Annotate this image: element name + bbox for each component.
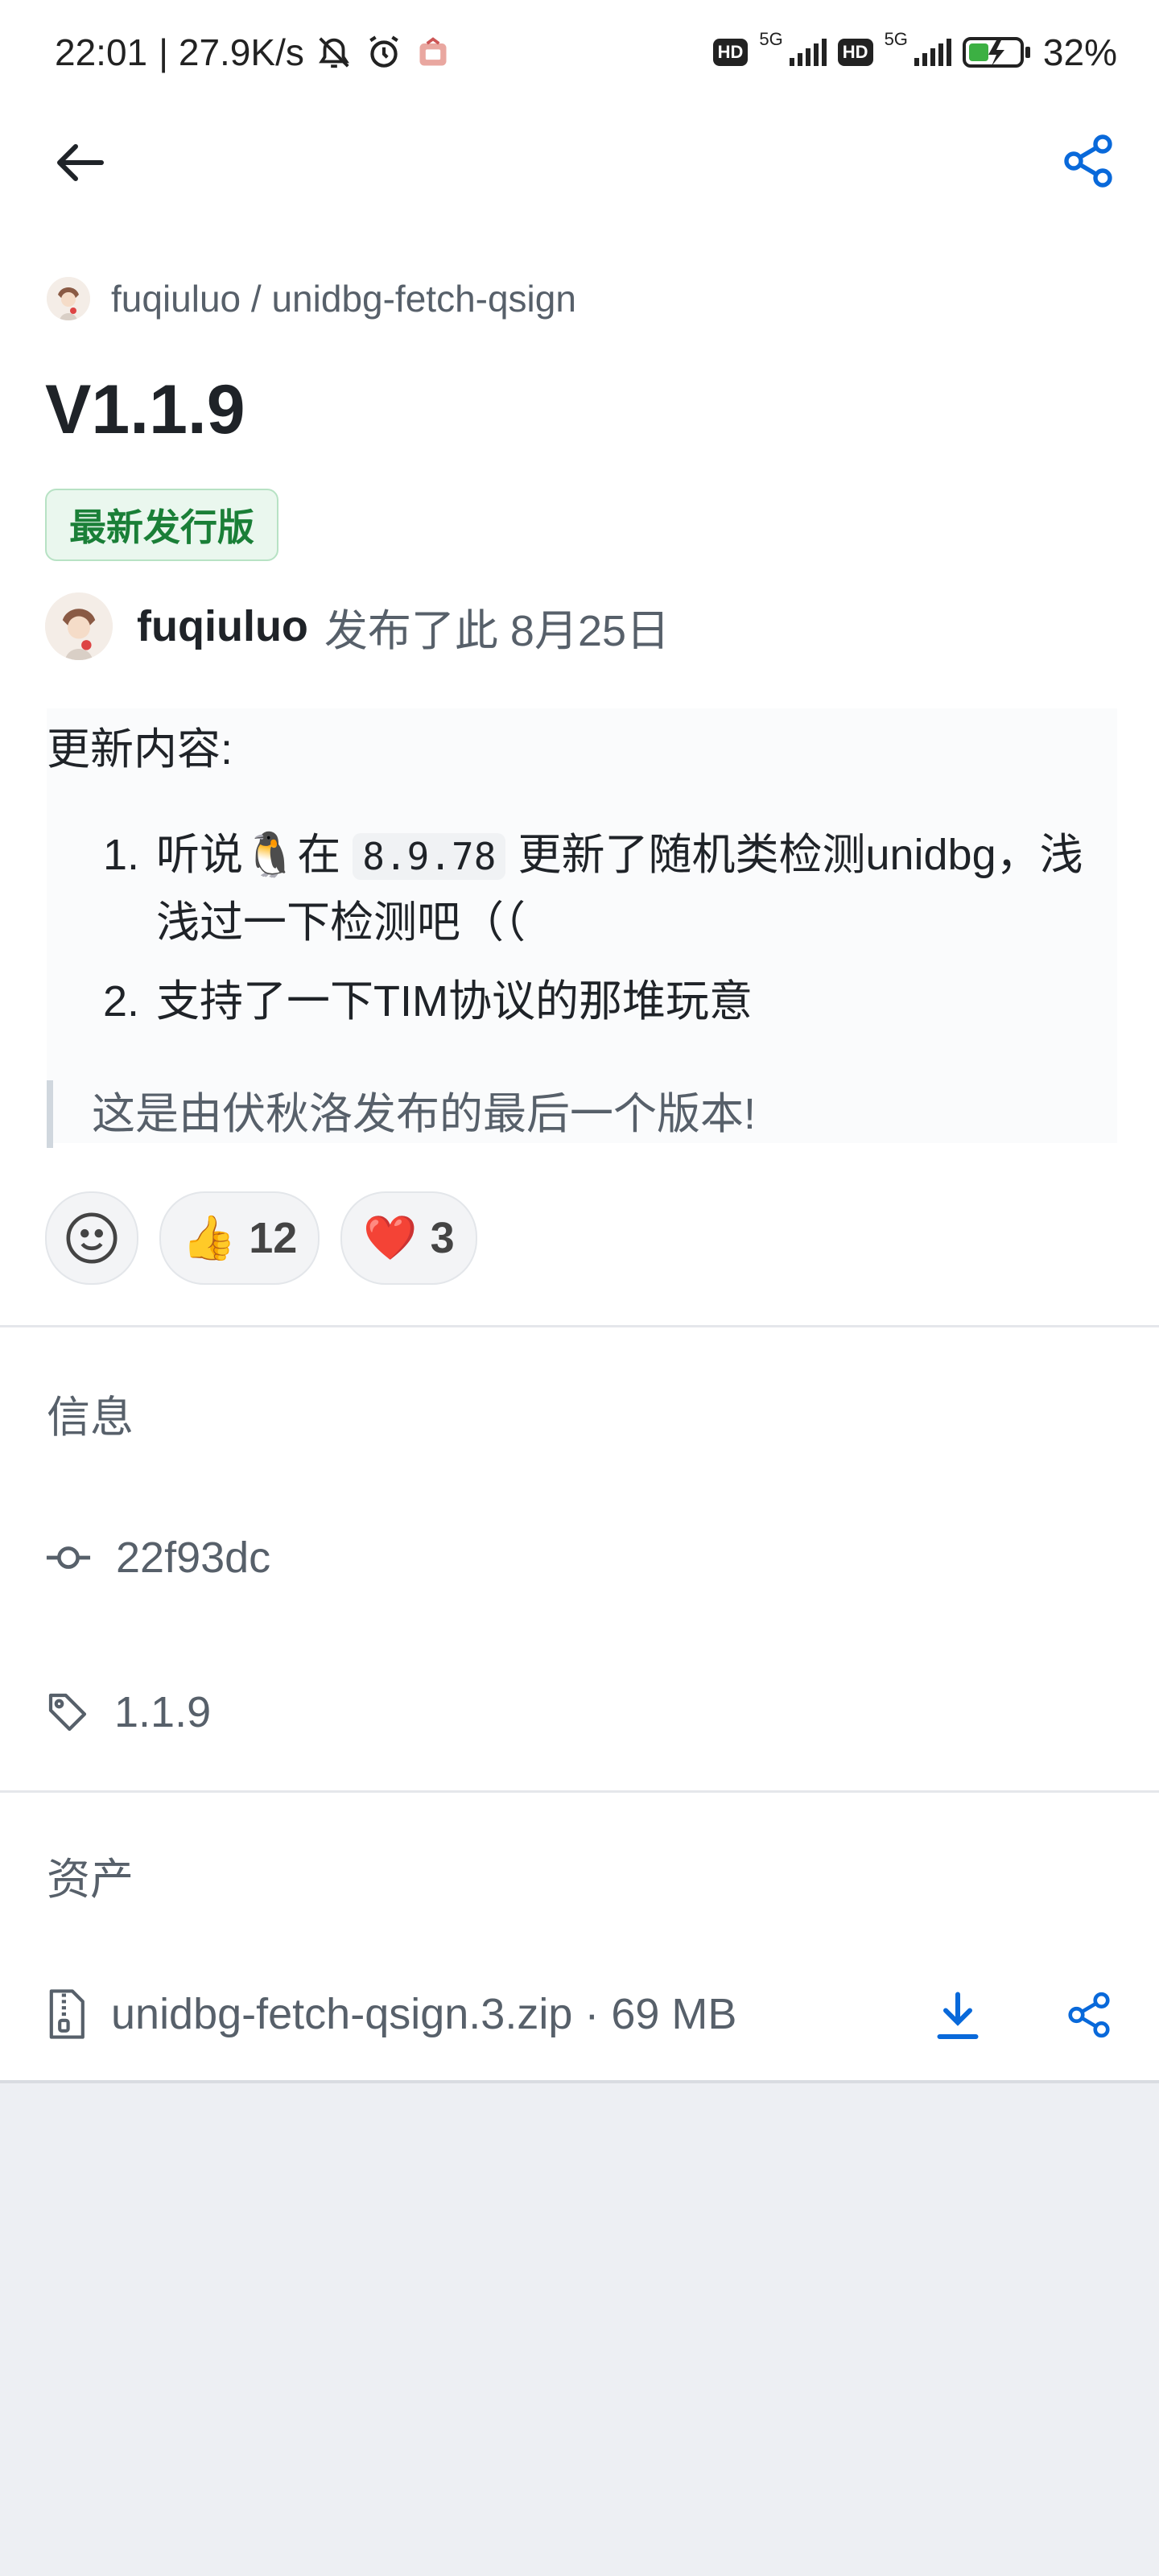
network-type-1: 5G [759,29,783,49]
latest-release-badge: 最新发行版 [45,489,278,561]
back-button[interactable] [52,138,108,187]
divider [0,1325,1159,1327]
zip-file-icon [49,1989,85,2039]
reaction-thumbs-up[interactable]: 👍 12 [159,1191,320,1285]
reactions-bar: 👍 12 ❤️ 3 [45,1191,477,1285]
download-icon [937,1992,979,2039]
thumbs-up-icon: 👍 [182,1213,237,1262]
list-item: 2. 支持了一下TIM协议的那堆玩意 [103,977,753,1026]
network-speed: | 27.9K/s [159,31,304,73]
repo-name: fuqiuluo / unidbg-fetch-qsign [111,278,576,320]
tag-icon [48,1693,87,1732]
tag-name: 1.1.9 [114,1688,212,1736]
author-line: fuqiuluo 发布了此 8月25日 [45,592,670,660]
asset-row[interactable]: unidbg-fetch-qsign.3.zip · 69 MB [45,1988,736,2040]
network-type-2: 5G [884,29,908,49]
reaction-heart[interactable]: ❤️ 3 [340,1191,477,1285]
assets-heading: 资产 [47,1856,134,1904]
owner-avatar [47,277,90,320]
repo-breadcrumb[interactable]: fuqiuluo / unidbg-fetch-qsign [47,277,576,320]
smiley-icon [66,1212,118,1264]
battery-charging-icon [962,35,1032,69]
app-notification-icon [415,35,451,70]
commit-icon [46,1546,91,1569]
list-item: 1. 听说🐧在 8.9.78 更新了随机类检测unidbg，浅 [103,831,1083,880]
heart-icon: ❤️ [363,1213,418,1262]
info-heading: 信息 [47,1393,134,1442]
release-title: V1.1.9 [45,371,245,448]
release-notes: 更新内容: 1. 听说🐧在 8.9.78 更新了随机类检测unidbg，浅 浅过一… [47,708,1117,1148]
download-button[interactable] [934,1988,982,2045]
clock: 22:01 [55,31,148,73]
signal-icon-2 [914,39,951,66]
list-item-continuation: 浅过一下检测吧（（ [156,898,526,947]
status-bar: 22:01 | 27.9K/s HD 5G HD 5G 32% [0,0,1159,105]
mute-bell-icon [316,34,353,71]
blockquote: 这是由伏秋洛发布的最后一个版本! [47,1080,756,1148]
tag-row[interactable]: 1.1.9 [45,1687,211,1737]
share-icon [1064,134,1112,188]
notes-heading: 更新内容: [47,725,233,774]
asset-file-name: unidbg-fetch-qsign.3.zip · 69 MB [111,1990,737,2038]
alarm-icon [364,32,404,72]
commit-hash: 22f93dc [116,1534,271,1582]
commit-row[interactable]: 22f93dc [45,1533,270,1583]
author-avatar[interactable] [45,592,113,660]
arrow-left-icon [57,144,104,181]
share-icon [1068,1992,1110,2038]
published-text: 发布了此 8月25日 [324,606,670,655]
asset-share-button[interactable] [1064,1988,1117,2045]
hd-badge-2: HD [837,39,873,66]
add-reaction-button[interactable] [45,1191,138,1285]
inline-code: 8.9.78 [353,833,506,880]
divider [0,1790,1159,1793]
share-button[interactable] [1059,132,1117,190]
sheet-bottom-shadow [0,2080,1159,2083]
battery-percent: 32% [1042,31,1117,73]
reaction-count: 3 [430,1214,455,1262]
author-name[interactable]: fuqiuluo [137,601,308,651]
signal-icon-1 [789,39,827,66]
hd-badge-1: HD [712,39,749,66]
reaction-count: 12 [249,1214,298,1262]
